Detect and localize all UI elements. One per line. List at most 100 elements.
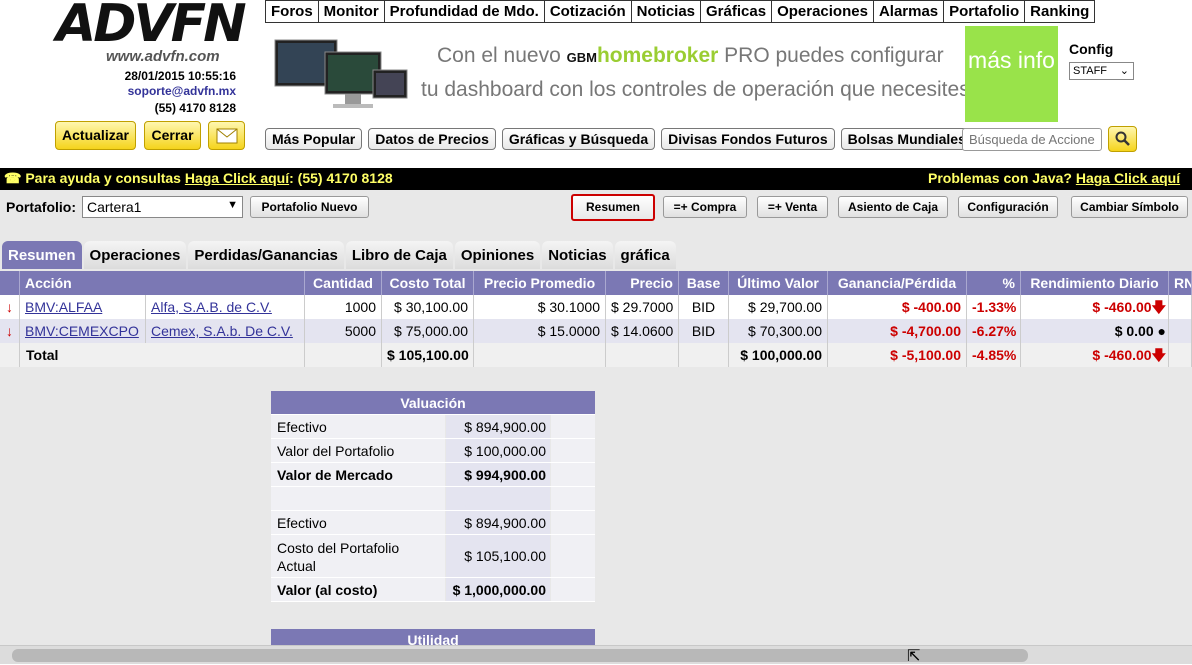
col-cantidad[interactable]: Cantidad [305,271,382,295]
search-input[interactable] [962,128,1102,151]
nav-graficas[interactable]: Gráficas [700,0,773,23]
sub-nav: Más Popular Datos de Precios Gráficas y … [265,128,979,150]
col-precio-promedio[interactable]: Precio Promedio [474,271,606,295]
last-value: $ 70,300.00 [729,319,828,343]
refresh-button[interactable]: Actualizar [55,121,136,150]
tab-opiniones[interactable]: Opiniones [454,241,541,269]
valuation-row: Efectivo $ 894,900.00 [271,511,595,535]
total-pct: -4.85% [967,343,1021,367]
gain-loss: $ -400.00 [828,295,967,319]
help-link[interactable]: Haga Click aquí [185,170,289,186]
valuation-row-spacer [271,487,595,511]
subnav-datos-precios[interactable]: Datos de Precios [368,128,496,150]
phone-icon: ☎ [4,170,26,186]
sell-button[interactable]: =+ Venta [757,196,828,218]
search-icon [1115,131,1130,146]
banner-line-2: tu dashboard con los controles de operac… [421,78,970,101]
help-right: Problemas con Java? Haga Click aquí [928,170,1181,186]
tab-operaciones[interactable]: Operaciones [83,241,187,269]
tab-noticias[interactable]: Noticias [542,241,613,269]
valuation-table: Valuación Efectivo $ 894,900.00 Valor del… [271,391,595,602]
tab-libro-caja[interactable]: Libro de Caja [345,241,453,269]
nav-noticias[interactable]: Noticias [630,0,702,23]
nav-alarmas[interactable]: Alarmas [872,0,945,23]
nav-operaciones[interactable]: Operaciones [771,0,874,23]
symbol-link[interactable]: BMV:CEMEXCPO [20,319,146,343]
col-rn[interactable]: RN [1169,271,1192,295]
total-label: Total [20,343,305,367]
tab-grafica[interactable]: gráfica [614,241,676,269]
col-precio[interactable]: Precio [606,271,679,295]
logo-url: www.advfn.com [106,48,220,65]
table-row: ↓ BMV:CEMEXCPO Cemex, S.A.b. De C.V. 500… [0,319,1192,343]
nav-profundidad[interactable]: Profundidad de Mdo. [383,0,545,23]
support-email[interactable]: soporte@advfn.mx [90,84,236,98]
subnav-popular[interactable]: Más Popular [265,128,363,150]
daily-return: $ -460.00🡇 [1021,295,1169,319]
price: $ 29.7000 [606,295,679,319]
nav-monitor[interactable]: Monitor [317,0,385,23]
search-button[interactable] [1108,126,1137,152]
down-arrow-icon: ↓ [0,295,20,319]
more-info-button[interactable]: más info [965,26,1058,122]
valuation-row: Efectivo $ 894,900.00 [271,415,595,439]
company-link[interactable]: Cemex, S.A.b. De C.V. [146,319,305,343]
envelope-icon [216,128,237,144]
java-help-link[interactable]: Haga Click aquí [1076,170,1180,186]
nav-cotizacion[interactable]: Cotización [543,0,632,23]
tab-resumen[interactable]: Resumen [2,241,82,269]
subnav-divisas[interactable]: Divisas Fondos Futuros [661,128,835,150]
dot-icon: ● [1153,323,1166,339]
gbm-brand: GBM [566,50,597,65]
portfolio-main: Portafolio: Cartera1 ▼ Portafolio Nuevo R… [0,190,1192,664]
gain-loss: $ -4,700.00 [828,319,967,343]
nav-foros[interactable]: Foros [265,0,319,23]
cash-entry-button[interactable]: Asiento de Caja [838,196,948,218]
avg-price: $ 30.1000 [474,295,606,319]
portfolio-select[interactable]: Cartera1 ▼ [82,196,243,218]
close-button[interactable]: Cerrar [144,121,201,150]
last-value: $ 29,700.00 [729,295,828,319]
col-accion[interactable]: Acción [20,271,305,295]
portfolio-tabs: Resumen Operaciones Perdidas/Ganancias L… [2,241,678,269]
scrollbar-thumb[interactable] [12,649,1028,662]
buy-button[interactable]: =+ Compra [663,196,747,218]
datetime: 28/01/2015 10:55:16 [124,69,236,83]
chevron-down-icon: ⌄ [1119,65,1129,77]
col-rendimiento-diario[interactable]: Rendimiento Diario [1021,271,1169,295]
col-porcentaje[interactable]: % [967,271,1021,295]
horizontal-scrollbar[interactable] [0,645,1192,664]
portfolio-label: Portafolio: [6,199,76,215]
new-portfolio-button[interactable]: Portafolio Nuevo [250,196,369,218]
config-select[interactable]: STAFF ⌄ [1069,62,1134,80]
col-base[interactable]: Base [679,271,729,295]
col-ganancia-perdida[interactable]: Ganancia/Pérdida [828,271,967,295]
change-symbol-button[interactable]: Cambiar Símbolo [1071,196,1188,218]
subnav-bolsas[interactable]: Bolsas Mundiales [840,128,973,150]
tab-perdidas-ganancias[interactable]: Perdidas/Ganancias [188,241,344,269]
config-label: Config [1069,41,1114,57]
down-arrow-icon: 🡇 [1151,299,1166,315]
nav-portafolio[interactable]: Portafolio [943,0,1026,23]
avg-price: $ 15.0000 [474,319,606,343]
summary-button[interactable]: Resumen [571,194,655,221]
company-link[interactable]: Alfa, S.A.B. de C.V. [146,295,305,319]
promo-banner[interactable]: Con el nuevo GBMhomebroker PRO puedes co… [265,26,970,126]
col-costo-total[interactable]: Costo Total [382,271,474,295]
base: BID [679,319,729,343]
down-arrow-icon: 🡇 [1151,347,1166,363]
mouse-cursor-icon: ⇱ [907,648,921,665]
homebroker-brand: homebroker [596,44,719,67]
table-row: ↓ BMV:ALFAA Alfa, S.A.B. de C.V. 1000 $ … [0,295,1192,319]
banner-line-1: Con el nuevo GBMhomebroker PRO puedes co… [437,44,944,67]
help-left: ☎ Para ayuda y consultas Haga Click aquí… [4,170,393,186]
nav-ranking[interactable]: Ranking [1024,0,1096,23]
configuration-button[interactable]: Configuración [958,196,1058,218]
subnav-graficas-busqueda[interactable]: Gráficas y Búsqueda [501,128,656,150]
down-arrow-icon: ↓ [0,319,20,343]
symbol-link[interactable]: BMV:ALFAA [20,295,146,319]
col-ultimo-valor[interactable]: Último Valor [729,271,828,295]
total-cost: $ 30,100.00 [382,295,474,319]
mail-button[interactable] [208,121,245,150]
valuation-row: Valor del Portafolio $ 100,000.00 [271,439,595,463]
